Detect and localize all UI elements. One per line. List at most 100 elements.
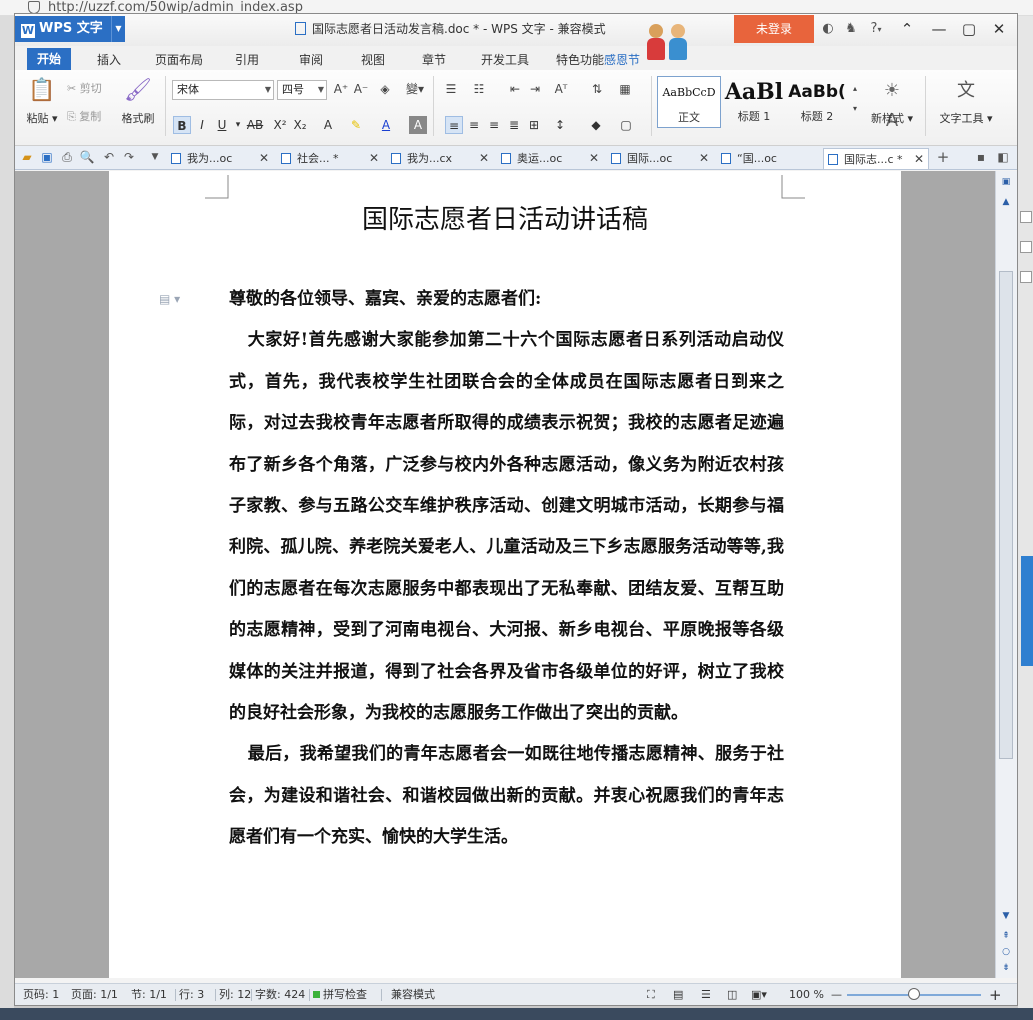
doc-tab[interactable]: 国际...oc ✕ <box>607 148 713 169</box>
bullet-list-icon[interactable]: ☰ <box>441 80 461 98</box>
zoom-out-icon[interactable]: — <box>831 984 842 1006</box>
shrink-font-icon[interactable]: A⁻ <box>351 80 371 98</box>
decrease-indent-icon[interactable]: ⇤ <box>505 80 525 98</box>
reading-view-icon[interactable]: ▣▾ <box>751 984 767 1006</box>
subscript-icon[interactable]: X₂ <box>291 116 309 134</box>
next-page-icon[interactable]: ⇟ <box>999 961 1013 975</box>
align-center-icon[interactable]: ≡ <box>465 116 483 134</box>
superscript-icon[interactable]: X² <box>271 116 289 134</box>
status-word-count[interactable]: 字数: 424 <box>255 984 305 1006</box>
tab-references[interactable]: 引用 <box>229 50 265 70</box>
close-icon[interactable]: ✕ <box>479 148 489 169</box>
clear-format-icon[interactable]: ◈ <box>375 80 395 98</box>
phonetic-icon[interactable]: 變▾ <box>401 80 429 98</box>
doc-tab[interactable]: 我为...oc ✕ <box>167 148 273 169</box>
paste-button[interactable]: 📋 粘贴 ▾ <box>17 74 67 134</box>
doc-tab[interactable]: 社会... * ✕ <box>277 148 383 169</box>
tab-review[interactable]: 审阅 <box>293 50 329 70</box>
doc-tab[interactable]: “国...oc <box>717 148 821 169</box>
close-icon[interactable]: ✕ <box>589 148 599 169</box>
char-shading-icon[interactable]: A <box>409 116 427 134</box>
print-preview-icon[interactable]: 🔍 <box>79 149 95 165</box>
close-icon[interactable]: ✕ <box>914 149 924 170</box>
font-color-icon[interactable]: A <box>377 116 395 134</box>
doc-tab[interactable]: 奥运...oc ✕ <box>497 148 603 169</box>
paragraph[interactable]: 最后，我希望我们的青年志愿者会一如既往地传播志愿精神、服务于社会，为建设和谐社会… <box>229 734 784 858</box>
justify-icon[interactable]: ≣ <box>505 116 523 134</box>
bold-icon[interactable]: B <box>173 116 191 134</box>
chevron-down-icon[interactable]: ▼ <box>111 16 125 42</box>
help-icon[interactable]: ?▾ <box>865 20 887 38</box>
align-right-icon[interactable]: ≡ <box>485 116 503 134</box>
sort-icon[interactable]: ⇅ <box>587 80 607 98</box>
scrollbar-thumb[interactable] <box>999 271 1013 759</box>
status-page-number[interactable]: 页码: 1 <box>23 984 59 1006</box>
status-column[interactable]: 列: 12 <box>219 984 251 1006</box>
line-spacing-icon[interactable]: ↕ <box>551 116 569 134</box>
login-button[interactable]: 未登录 <box>734 15 814 43</box>
paragraph[interactable]: 大家好!首先感谢大家能参加第二十六个国际志愿者日系列活动启动仪式，首先，我代表校… <box>229 320 784 734</box>
tab-thanksgiving[interactable]: 感恩节 <box>598 50 646 70</box>
status-section[interactable]: 节: 1/1 <box>131 984 167 1006</box>
spell-check-toggle[interactable]: 拼写检查 <box>313 984 367 1006</box>
maximize-icon[interactable]: ▢ <box>955 17 983 41</box>
status-row[interactable]: 行: 3 <box>179 984 204 1006</box>
save-icon[interactable]: ▣ <box>39 149 55 165</box>
tab-page-layout[interactable]: 页面布局 <box>149 50 209 70</box>
close-icon[interactable]: ✕ <box>259 148 269 169</box>
style-heading-2[interactable]: AaBb( 标题 2 <box>787 76 847 128</box>
vertical-scrollbar[interactable]: ▣ ▲ ▼ ⇞ ○ ⇟ <box>995 171 1017 978</box>
undo-icon[interactable]: ↶ <box>101 149 117 165</box>
split-view-icon[interactable]: ▣ <box>999 175 1013 189</box>
collapse-ribbon-icon[interactable]: ⌃ <box>893 17 921 41</box>
minimize-icon[interactable]: — <box>925 17 953 41</box>
font-size-select[interactable]: 四号 ▼ <box>277 80 327 100</box>
new-tab-icon[interactable]: + <box>935 149 951 165</box>
grow-font-icon[interactable]: A⁺ <box>331 80 351 98</box>
outline-view-icon[interactable]: ☰ <box>701 984 711 1006</box>
paragraph-options-icon[interactable]: ▤ ▾ <box>159 292 180 306</box>
shading-icon[interactable]: ◆ <box>587 116 605 134</box>
open-folder-icon[interactable]: ▰ <box>19 149 35 165</box>
table-grid-icon[interactable]: ▦ <box>615 80 635 98</box>
strikethrough-icon[interactable]: AB <box>243 116 267 134</box>
page-view-icon[interactable]: ▤ <box>673 984 683 1006</box>
tab-insert[interactable]: 插入 <box>91 50 127 70</box>
align-left-icon[interactable]: ≡ <box>445 116 463 134</box>
tab-home[interactable]: 开始 <box>27 48 72 70</box>
document-page[interactable]: 国际志愿者日活动讲话稿 ▤ ▾ 尊敬的各位领导、嘉宾、亲爱的志愿者们: 大家好!… <box>109 171 901 978</box>
cut-button[interactable]: ✂ 剪切 <box>67 80 102 98</box>
app-menu-button[interactable]: W WPS 文字 ▼ <box>15 16 125 42</box>
doc-tab[interactable]: 我为...cx ✕ <box>387 148 493 169</box>
close-icon[interactable]: ✕ <box>699 148 709 169</box>
highlight-icon[interactable]: ✎ <box>347 116 365 134</box>
web-view-icon[interactable]: ◫ <box>727 984 737 1006</box>
status-pages[interactable]: 页面: 1/1 <box>71 984 118 1006</box>
chevron-down-icon[interactable]: ▼ <box>147 149 163 165</box>
document-body[interactable]: 尊敬的各位领导、嘉宾、亲爱的志愿者们: 大家好!首先感谢大家能参加第二十六个国际… <box>229 279 784 859</box>
text-direction-icon[interactable]: Aᵀ <box>551 80 571 98</box>
previous-page-icon[interactable]: ⇞ <box>999 929 1013 943</box>
document-heading[interactable]: 国际志愿者日活动讲话稿 <box>109 199 901 236</box>
zoom-slider-thumb[interactable] <box>908 988 920 1000</box>
scroll-down-icon[interactable]: ▼ <box>999 909 1013 923</box>
distribute-icon[interactable]: ⊞ <box>525 116 543 134</box>
scroll-up-icon[interactable]: ▲ <box>999 195 1013 209</box>
redo-icon[interactable]: ↷ <box>121 149 137 165</box>
shirt-icon[interactable]: ♞ <box>842 20 860 38</box>
format-painter-button[interactable]: 🖌 格式刷 <box>113 74 163 134</box>
border-icon[interactable]: ▢ <box>617 116 635 134</box>
salutation[interactable]: 尊敬的各位领导、嘉宾、亲爱的志愿者们: <box>229 279 784 320</box>
style-normal[interactable]: AaBbCcD 正文 <box>657 76 721 128</box>
italic-icon[interactable]: I <box>193 116 211 134</box>
text-effect-icon[interactable]: A <box>319 116 337 134</box>
doc-tab-active[interactable]: 国际志...c * ✕ <box>823 148 929 169</box>
font-name-select[interactable]: 宋体 ▼ <box>172 80 274 100</box>
close-icon[interactable]: ✕ <box>369 148 379 169</box>
new-style-button[interactable]: ☀A 新样式 ▾ <box>863 74 921 134</box>
zoom-in-icon[interactable]: + <box>989 984 1002 1006</box>
style-heading-1[interactable]: AaBl 标题 1 <box>723 76 785 128</box>
select-browse-object-icon[interactable]: ○ <box>999 945 1013 959</box>
tab-view[interactable]: 视图 <box>355 50 391 70</box>
copy-button[interactable]: ⎘ 复制 <box>67 108 101 126</box>
